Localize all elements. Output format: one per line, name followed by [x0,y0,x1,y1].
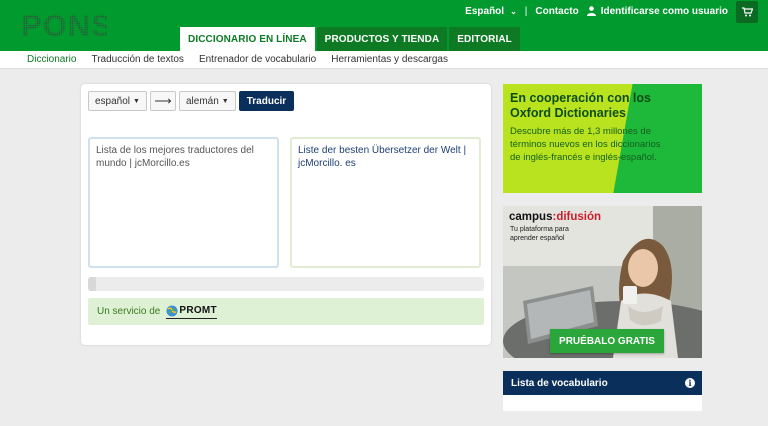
translator-toolbar: español ▼ ⟶ alemán ▼ Traducir [88,91,295,111]
promt-brand: PROMT [179,305,217,316]
top-navigation: Español ⌄ | Contacto Identificarse como u… [465,6,728,17]
pons-logo-mark: PONS [21,8,112,43]
campus-difusion-ad[interactable]: campus:difusión Tu plataforma para apren… [503,206,702,358]
chevron-down-icon: ⌄ [510,7,517,16]
progress-fill [88,277,96,291]
target-language-label: alemán [185,95,219,107]
info-icon[interactable]: i [685,378,695,388]
tab-diccionario[interactable]: DICCIONARIO EN LÍNEA [180,27,315,51]
main-tabs: DICCIONARIO EN LÍNEA PRODUCTOS Y TIENDA … [180,27,522,51]
campus-brand-b: difusión [556,211,602,223]
translator-panel: español ▼ ⟶ alemán ▼ Traducir Lista de los… [81,84,491,345]
subnav-entrenador[interactable]: Entrenador de vocabulario [199,54,316,65]
vocabulary-list-widget: Lista de vocabulario i [503,371,702,411]
login-label: Identificarse como usuario [600,6,728,17]
tab-editorial[interactable]: EDITORIAL [449,27,520,51]
divider: | [524,6,528,17]
login-link[interactable]: Identificarse como usuario [586,6,728,17]
arrow-right-icon: ⟶ [154,94,172,108]
service-attribution: Un servicio de PROMT [88,298,484,325]
language-selector[interactable]: Español ⌄ [465,6,517,17]
oxford-ad-banner[interactable]: En cooperación con los Oxford Dictionari… [503,84,702,193]
user-icon [586,6,596,17]
service-label: Un servicio de [97,306,161,317]
try-free-button[interactable]: PRUÉBALO GRATIS [550,329,664,353]
promt-logo[interactable]: PROMT [166,305,217,319]
cart-button[interactable] [736,1,758,23]
oxford-ad-content: En cooperación con los Oxford Dictionari… [510,91,670,164]
target-language-select[interactable]: alemán ▼ [178,91,236,111]
campus-brand: campus:difusión [509,211,601,223]
subnav-diccionario[interactable]: Diccionario [27,54,76,65]
source-language-label: español [95,95,131,107]
site-header: PONS Español ⌄ | Contacto Identificarse c… [0,0,768,51]
tab-productos[interactable]: PRODUCTOS Y TIENDA [316,27,448,51]
source-language-select[interactable]: español ▼ [88,91,147,111]
chevron-down-icon: ▼ [133,97,140,105]
source-text-input[interactable]: Lista de los mejores traductores del mun… [88,137,279,268]
pons-logo[interactable]: PONS [21,8,112,43]
oxford-ad-body: Descubre más de 1,3 millones de términos… [510,126,661,163]
cart-icon [741,7,753,17]
svg-text:PONS: PONS [21,9,107,41]
translate-button[interactable]: Traducir [238,91,295,111]
campus-brand-a: campus [509,211,553,223]
sub-navigation: Diccionario Traducción de textos Entrena… [0,51,768,69]
swap-languages-button[interactable]: ⟶ [149,91,176,111]
oxford-ad-title: En cooperación con los Oxford Dictionari… [510,91,651,120]
campus-tagline: Tu plataforma para aprender español [510,226,569,242]
vocabulary-list-header[interactable]: Lista de vocabulario i [503,371,702,395]
language-label: Español [465,6,505,17]
promt-globe-icon [166,305,178,316]
translation-output[interactable]: Liste der besten Übersetzer der Welt | j… [290,137,481,268]
chevron-down-icon: ▼ [221,97,229,105]
contact-link[interactable]: Contacto [535,6,578,17]
translation-progress-bar [88,277,484,291]
subnav-herramientas[interactable]: Herramientas y descargas [331,54,448,65]
subnav-traduccion[interactable]: Traducción de textos [91,54,183,65]
vocabulary-list-title: Lista de vocabulario [511,377,608,389]
